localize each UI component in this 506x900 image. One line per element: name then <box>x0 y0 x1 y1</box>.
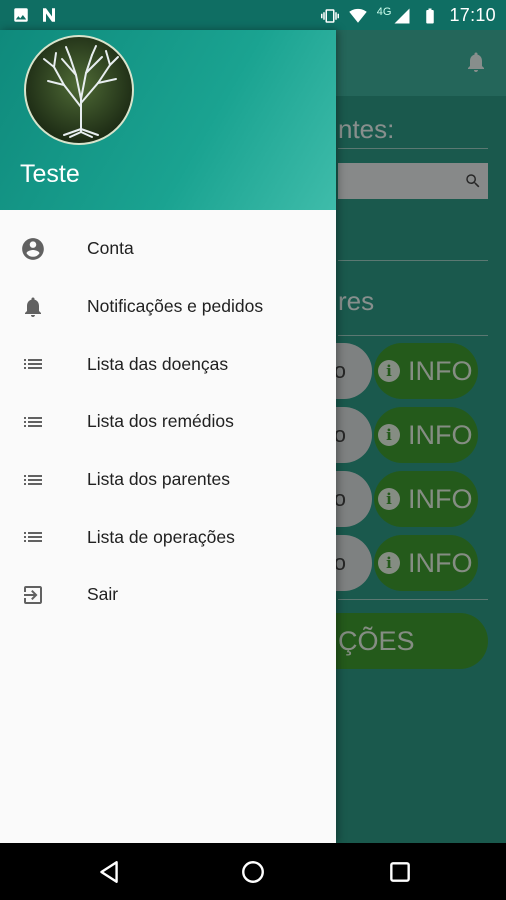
list-icon <box>20 467 46 493</box>
battery-icon <box>426 8 435 23</box>
navigation-drawer: Teste Conta Notificações e pedidos Lista… <box>0 30 336 843</box>
avatar[interactable] <box>24 35 134 145</box>
menu-item-conta[interactable]: Conta <box>0 220 336 278</box>
back-icon[interactable] <box>96 859 122 885</box>
menu-item-notificacoes[interactable]: Notificações e pedidos <box>0 278 336 336</box>
recents-icon[interactable] <box>387 859 413 885</box>
menu-item-remedios[interactable]: Lista dos remédios <box>0 393 336 451</box>
vibrate-icon <box>320 8 339 23</box>
exit-icon <box>20 582 46 608</box>
drawer-menu: Conta Notificações e pedidos Lista das d… <box>0 220 336 624</box>
menu-item-label: Lista dos remédios <box>87 411 234 432</box>
menu-item-operacoes[interactable]: Lista de operações <box>0 508 336 566</box>
menu-item-label: Sair <box>87 584 119 605</box>
status-bar: 4G 17:10 <box>0 0 506 30</box>
clock: 17:10 <box>449 5 496 25</box>
n-notification-icon <box>43 8 55 22</box>
home-icon[interactable] <box>240 859 266 885</box>
menu-item-doencas[interactable]: Lista das doenças <box>0 335 336 393</box>
signal-icon <box>394 8 410 23</box>
menu-item-label: Lista de operações <box>87 526 235 547</box>
user-name: Teste <box>20 160 80 188</box>
network-type: 4G <box>376 5 392 18</box>
wifi-icon <box>349 8 367 23</box>
drawer-header: Teste <box>0 30 336 210</box>
list-icon <box>20 409 46 435</box>
bell-icon <box>20 294 46 320</box>
menu-item-parentes[interactable]: Lista dos parentes <box>0 451 336 509</box>
list-icon <box>20 524 46 550</box>
menu-item-label: Lista das doenças <box>87 353 229 374</box>
menu-item-label: Notificações e pedidos <box>87 296 264 317</box>
image-icon <box>14 8 28 22</box>
menu-item-label: Lista dos parentes <box>87 469 231 490</box>
system-nav-bar <box>0 843 506 900</box>
menu-item-label: Conta <box>87 238 134 259</box>
list-icon <box>20 351 46 377</box>
menu-item-sair[interactable]: Sair <box>0 566 336 624</box>
account-circle-icon <box>20 236 46 262</box>
tree-icon <box>43 45 119 138</box>
